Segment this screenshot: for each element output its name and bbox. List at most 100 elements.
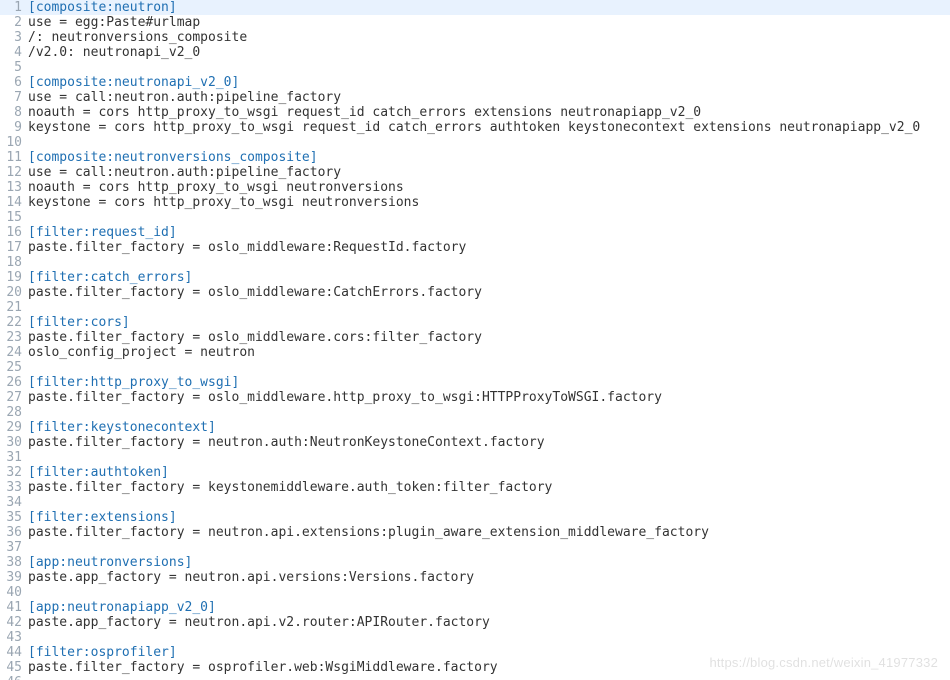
- code-line: 39paste.app_factory = neutron.api.versio…: [0, 570, 950, 585]
- line-number: 18: [0, 255, 26, 270]
- ini-line: paste.filter_factory = osprofiler.web:Ws…: [26, 660, 498, 675]
- line-number: 25: [0, 360, 26, 375]
- ini-line: /v2.0: neutronapi_v2_0: [26, 45, 200, 60]
- code-line-partial: 46: [0, 675, 950, 680]
- ini-section-header: [composite:neutronversions_composite]: [26, 150, 318, 165]
- line-number: 22: [0, 315, 26, 330]
- code-line: 4/v2.0: neutronapi_v2_0: [0, 45, 950, 60]
- ini-line: [26, 135, 28, 150]
- ini-section-header: [filter:cors]: [26, 315, 130, 330]
- ini-line: [26, 675, 28, 680]
- ini-line: /: neutronversions_composite: [26, 30, 247, 45]
- code-line: 23paste.filter_factory = oslo_middleware…: [0, 330, 950, 345]
- code-line: 9keystone = cors http_proxy_to_wsgi requ…: [0, 120, 950, 135]
- line-number: 26: [0, 375, 26, 390]
- ini-section-header: [composite:neutron]: [26, 0, 177, 15]
- line-number: 34: [0, 495, 26, 510]
- line-number: 38: [0, 555, 26, 570]
- line-number: 27: [0, 390, 26, 405]
- line-number: 5: [0, 60, 26, 75]
- line-number: 44: [0, 645, 26, 660]
- ini-line: use = call:neutron.auth:pipeline_factory: [26, 90, 341, 105]
- code-line: 12use = call:neutron.auth:pipeline_facto…: [0, 165, 950, 180]
- line-number: 23: [0, 330, 26, 345]
- line-number: 43: [0, 630, 26, 645]
- code-line: 30paste.filter_factory = neutron.auth:Ne…: [0, 435, 950, 450]
- code-line: 5: [0, 60, 950, 75]
- line-number: 32: [0, 465, 26, 480]
- ini-section-header: [filter:authtoken]: [26, 465, 169, 480]
- ini-line: keystone = cors http_proxy_to_wsgi neutr…: [26, 195, 419, 210]
- ini-section-header: [app:neutronversions]: [26, 555, 192, 570]
- code-line: 25: [0, 360, 950, 375]
- line-number: 4: [0, 45, 26, 60]
- code-line: 43: [0, 630, 950, 645]
- code-line: 34: [0, 495, 950, 510]
- code-line: 32[filter:authtoken]: [0, 465, 950, 480]
- code-line: 45paste.filter_factory = osprofiler.web:…: [0, 660, 950, 675]
- code-editor: 1[composite:neutron]2use = egg:Paste#url…: [0, 0, 950, 680]
- line-number: 29: [0, 420, 26, 435]
- line-number: 46: [0, 675, 26, 680]
- ini-line: [26, 495, 28, 510]
- line-number: 19: [0, 270, 26, 285]
- line-number: 40: [0, 585, 26, 600]
- code-line: 19[filter:catch_errors]: [0, 270, 950, 285]
- ini-line: paste.filter_factory = keystonemiddlewar…: [26, 480, 552, 495]
- line-number: 36: [0, 525, 26, 540]
- ini-line: paste.filter_factory = oslo_middleware.c…: [26, 330, 482, 345]
- code-line: 41[app:neutronapiapp_v2_0]: [0, 600, 950, 615]
- line-number: 9: [0, 120, 26, 135]
- line-number: 11: [0, 150, 26, 165]
- line-number: 14: [0, 195, 26, 210]
- ini-line: paste.filter_factory = oslo_middleware:R…: [26, 240, 466, 255]
- ini-line: paste.app_factory = neutron.api.v2.route…: [26, 615, 490, 630]
- ini-line: keystone = cors http_proxy_to_wsgi reque…: [26, 120, 920, 135]
- code-line: 36paste.filter_factory = neutron.api.ext…: [0, 525, 950, 540]
- ini-line: paste.app_factory = neutron.api.versions…: [26, 570, 474, 585]
- line-number: 16: [0, 225, 26, 240]
- ini-line: [26, 255, 28, 270]
- line-number: 8: [0, 105, 26, 120]
- line-number: 24: [0, 345, 26, 360]
- ini-line: use = call:neutron.auth:pipeline_factory: [26, 165, 341, 180]
- code-line: 15: [0, 210, 950, 225]
- ini-line: [26, 450, 28, 465]
- ini-line: [26, 585, 28, 600]
- code-line: 35[filter:extensions]: [0, 510, 950, 525]
- code-line: 26[filter:http_proxy_to_wsgi]: [0, 375, 950, 390]
- ini-section-header: [filter:keystonecontext]: [26, 420, 216, 435]
- line-number: 35: [0, 510, 26, 525]
- line-number: 20: [0, 285, 26, 300]
- line-number: 10: [0, 135, 26, 150]
- code-line: 44[filter:osprofiler]: [0, 645, 950, 660]
- ini-line: paste.filter_factory = oslo_middleware:C…: [26, 285, 482, 300]
- code-line: 3/: neutronversions_composite: [0, 30, 950, 45]
- code-line: 6[composite:neutronapi_v2_0]: [0, 75, 950, 90]
- line-number: 37: [0, 540, 26, 555]
- ini-line: [26, 210, 28, 225]
- ini-section-header: [filter:extensions]: [26, 510, 177, 525]
- ini-section-header: [app:neutronapiapp_v2_0]: [26, 600, 216, 615]
- line-number: 30: [0, 435, 26, 450]
- ini-line: use = egg:Paste#urlmap: [26, 15, 200, 30]
- ini-section-header: [filter:request_id]: [26, 225, 177, 240]
- ini-line: [26, 360, 28, 375]
- code-line: 40: [0, 585, 950, 600]
- line-number: 33: [0, 480, 26, 495]
- ini-line: [26, 405, 28, 420]
- line-number: 31: [0, 450, 26, 465]
- code-line: 38[app:neutronversions]: [0, 555, 950, 570]
- ini-section-header: [filter:catch_errors]: [26, 270, 192, 285]
- line-number: 1: [0, 0, 26, 15]
- line-number: 42: [0, 615, 26, 630]
- line-number: 45: [0, 660, 26, 675]
- code-line: 20paste.filter_factory = oslo_middleware…: [0, 285, 950, 300]
- ini-section-header: [filter:http_proxy_to_wsgi]: [26, 375, 239, 390]
- code-line: 33paste.filter_factory = keystonemiddlew…: [0, 480, 950, 495]
- ini-section-header: [composite:neutronapi_v2_0]: [26, 75, 239, 90]
- code-line: 11[composite:neutronversions_composite]: [0, 150, 950, 165]
- code-line: 27paste.filter_factory = oslo_middleware…: [0, 390, 950, 405]
- code-line: 21: [0, 300, 950, 315]
- line-number: 13: [0, 180, 26, 195]
